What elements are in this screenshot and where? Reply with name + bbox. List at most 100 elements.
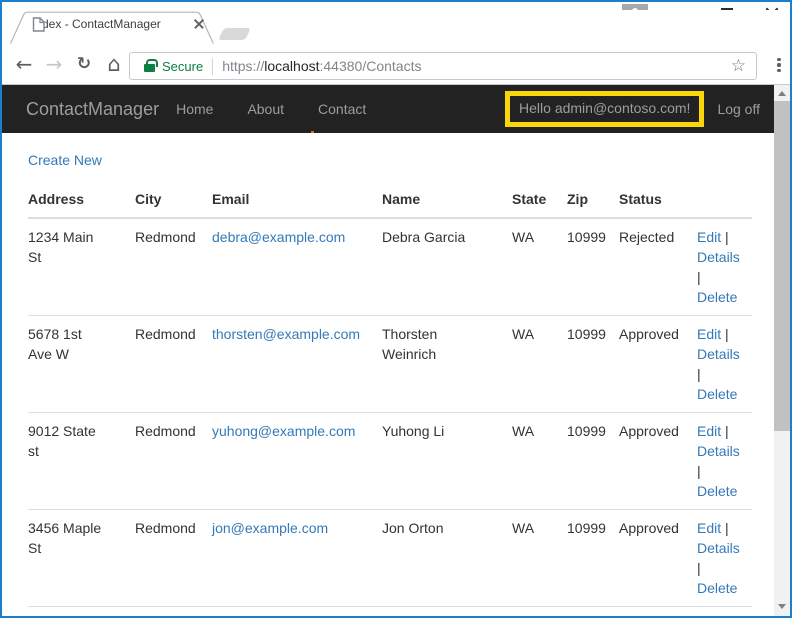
nav-contact-link[interactable]: Contact xyxy=(301,101,383,117)
cell-address: 3456 Maple St xyxy=(28,509,135,607)
url-path: :44380/Contacts xyxy=(319,58,422,74)
cell-address: 1234 Main St xyxy=(28,218,135,316)
scroll-up-button[interactable] xyxy=(774,85,790,101)
page-favicon-icon xyxy=(32,17,45,32)
browser-toolbar: ← → ↻ ⌂ Secure https://localhost:44380/C… xyxy=(2,44,790,85)
cell-city: Redmond xyxy=(135,315,212,413)
table-row: 3456 Maple St Redmond jon@example.com Jo… xyxy=(28,509,752,607)
nav-home-link[interactable]: Home xyxy=(159,101,230,117)
vertical-scrollbar[interactable] xyxy=(774,85,790,616)
url-scheme: https:// xyxy=(222,58,265,74)
reload-icon[interactable]: ↻ xyxy=(70,44,98,84)
col-header-name: Name xyxy=(382,181,512,219)
email-link[interactable]: jon@example.com xyxy=(212,520,328,536)
scroll-up-icon xyxy=(778,90,786,96)
new-tab-button[interactable] xyxy=(218,28,251,40)
cell-actions: Edit | Details | Delete xyxy=(697,509,752,607)
cell-city: Redmond xyxy=(135,412,212,510)
action-separator: | xyxy=(697,269,701,285)
cell-name: Debra Garcia xyxy=(382,218,512,316)
delete-link[interactable]: Delete xyxy=(697,483,737,499)
bookmark-star-icon[interactable]: ☆ xyxy=(731,56,746,76)
details-link[interactable]: Details xyxy=(697,249,740,265)
action-separator: | xyxy=(697,463,701,479)
email-link[interactable]: debra@example.com xyxy=(212,229,345,245)
cell-address: 5678 1st Ave W xyxy=(28,315,135,413)
cell-status: Rejected xyxy=(619,218,697,316)
action-separator: | xyxy=(725,423,729,439)
scroll-down-button[interactable] xyxy=(774,598,790,614)
home-icon[interactable]: ⌂ xyxy=(100,44,128,84)
cell-actions: Edit | Details | Delete xyxy=(697,218,752,316)
browser-menu-icon[interactable] xyxy=(768,53,790,77)
contacts-table: Address City Email Name State Zip Status… xyxy=(28,181,752,607)
browser-window: Index - ContactManager ← → ↻ ⌂ Secure ht… xyxy=(0,0,792,618)
email-link[interactable]: thorsten@example.com xyxy=(212,326,360,342)
cell-state: WA xyxy=(512,509,567,607)
cell-zip: 10999 xyxy=(567,315,619,413)
details-link[interactable]: Details xyxy=(697,443,740,459)
table-row: 1234 Main St Redmond debra@example.com D… xyxy=(28,218,752,316)
cell-status: Approved xyxy=(619,509,697,607)
col-header-city: City xyxy=(135,181,212,219)
table-row: 9012 State st Redmond yuhong@example.com… xyxy=(28,412,752,510)
cell-zip: 10999 xyxy=(567,412,619,510)
browser-tab[interactable]: Index - ContactManager xyxy=(10,11,214,44)
address-bar[interactable]: Secure https://localhost:44380/Contacts … xyxy=(129,52,757,80)
col-header-email: Email xyxy=(212,181,382,219)
cell-state: WA xyxy=(512,218,567,316)
action-separator: | xyxy=(725,326,729,342)
cell-actions: Edit | Details | Delete xyxy=(697,315,752,413)
tab-close-icon[interactable] xyxy=(194,19,204,29)
url-host: localhost xyxy=(264,58,320,74)
col-header-zip: Zip xyxy=(567,181,619,219)
secure-badge[interactable]: Secure xyxy=(162,59,203,74)
table-header-row: Address City Email Name State Zip Status xyxy=(28,181,752,219)
forward-icon[interactable]: → xyxy=(40,44,68,84)
back-icon[interactable]: ← xyxy=(10,44,38,84)
nav-about-link[interactable]: About xyxy=(230,101,301,117)
action-separator: | xyxy=(697,366,701,382)
manage-account-link[interactable]: Hello admin@contoso.com! xyxy=(519,100,690,116)
padlock-icon xyxy=(144,59,158,72)
delete-link[interactable]: Delete xyxy=(697,289,737,305)
edit-link[interactable]: Edit xyxy=(697,423,721,439)
greeting-highlight-box: Hello admin@contoso.com! xyxy=(505,91,705,127)
cell-name: Yuhong Li xyxy=(382,412,512,510)
col-header-state: State xyxy=(512,181,567,219)
cell-city: Redmond xyxy=(135,218,212,316)
col-header-address: Address xyxy=(28,181,135,219)
cell-zip: 10999 xyxy=(567,218,619,316)
action-separator: | xyxy=(725,520,729,536)
cell-state: WA xyxy=(512,315,567,413)
log-off-link[interactable]: Log off xyxy=(717,101,760,117)
app-navbar: ContactManager Home About Contact Hello … xyxy=(2,85,774,133)
cell-address: 9012 State st xyxy=(28,412,135,510)
cell-name: Thorsten Weinrich xyxy=(382,315,512,413)
brand-link[interactable]: ContactManager xyxy=(26,99,159,120)
delete-link[interactable]: Delete xyxy=(697,580,737,596)
cell-state: WA xyxy=(512,412,567,510)
edit-link[interactable]: Edit xyxy=(697,229,721,245)
delete-link[interactable]: Delete xyxy=(697,386,737,402)
scrollbar-thumb[interactable] xyxy=(774,101,790,431)
edit-link[interactable]: Edit xyxy=(697,520,721,536)
page-content: Create New Address City Email Name State… xyxy=(2,133,774,616)
cell-name: Jon Orton xyxy=(382,509,512,607)
email-link[interactable]: yuhong@example.com xyxy=(212,423,355,439)
cell-status: Approved xyxy=(619,412,697,510)
col-header-actions xyxy=(697,181,752,219)
details-link[interactable]: Details xyxy=(697,540,740,556)
create-new-link[interactable]: Create New xyxy=(28,150,102,170)
action-separator: | xyxy=(725,229,729,245)
cell-city: Redmond xyxy=(135,509,212,607)
url-text: https://localhost:44380/Contacts xyxy=(222,58,421,74)
col-header-status: Status xyxy=(619,181,697,219)
edit-link[interactable]: Edit xyxy=(697,326,721,342)
cell-actions: Edit | Details | Delete xyxy=(697,412,752,510)
details-link[interactable]: Details xyxy=(697,346,740,362)
action-separator: | xyxy=(697,560,701,576)
table-row: 5678 1st Ave W Redmond thorsten@example.… xyxy=(28,315,752,413)
scroll-down-icon xyxy=(778,603,786,609)
cell-zip: 10999 xyxy=(567,509,619,607)
